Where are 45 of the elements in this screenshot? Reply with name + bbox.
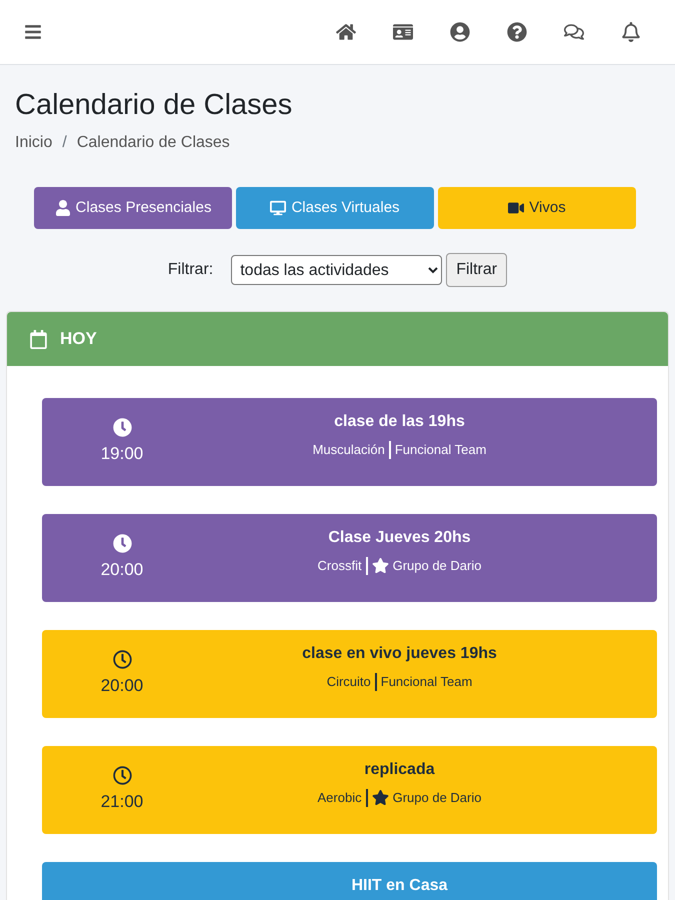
class-card[interactable]: 21:00 replicada Aerobic Grupo de Dario bbox=[42, 746, 657, 834]
home-icon[interactable] bbox=[336, 22, 356, 42]
chat-icon[interactable] bbox=[564, 22, 584, 42]
category-button[interactable]: Vivos bbox=[438, 187, 636, 229]
class-activity: Aerobic bbox=[318, 789, 362, 807]
page-title: Calendario de Clases bbox=[15, 88, 294, 123]
class-time: 19:00 bbox=[100, 442, 144, 465]
class-time: 21:00 bbox=[100, 790, 144, 813]
class-activity: Circuito bbox=[326, 673, 371, 691]
panel-title: HOY bbox=[60, 328, 97, 350]
class-title: replicada bbox=[364, 760, 435, 780]
class-activity: Musculación bbox=[312, 441, 385, 459]
id-card-icon[interactable] bbox=[393, 22, 413, 42]
class-time: 20:00 bbox=[100, 558, 144, 581]
menu-icon[interactable] bbox=[24, 23, 42, 41]
clock-icon bbox=[112, 534, 132, 553]
class-group: Grupo de Dario bbox=[392, 788, 482, 808]
class-activity: Crossfit bbox=[318, 557, 362, 575]
bell-icon[interactable] bbox=[621, 22, 641, 42]
clock-icon bbox=[112, 766, 132, 785]
class-time: 20:00 bbox=[100, 674, 144, 697]
breadcrumb-separator: / bbox=[62, 133, 67, 153]
class-group: Funcional Team bbox=[394, 440, 486, 460]
category-button[interactable]: Clases Presenciales bbox=[34, 187, 232, 229]
breadcrumb-link[interactable]: Inicio bbox=[15, 131, 52, 155]
clock-icon bbox=[112, 650, 132, 669]
class-title: HIIT en Casa bbox=[351, 876, 448, 896]
class-card[interactable]: 20:00 Clase Jueves 20hs Crossfit Grupo de Dario bbox=[42, 514, 657, 602]
calendar-icon bbox=[29, 330, 48, 348]
class-group: Grupo de Dario bbox=[392, 556, 482, 576]
clock-icon bbox=[112, 418, 132, 437]
class-title: clase de las 19hs bbox=[334, 412, 465, 432]
breadcrumb-current: Calendario de Clases bbox=[76, 133, 230, 153]
user-icon bbox=[54, 200, 71, 216]
filter-button[interactable]: Filtrar bbox=[446, 253, 508, 287]
video-camera-icon bbox=[508, 200, 524, 216]
help-icon[interactable] bbox=[507, 22, 527, 42]
class-group: Funcional Team bbox=[380, 672, 472, 692]
monitor-icon bbox=[270, 200, 286, 216]
class-card[interactable]: 19:00 clase de las 19hs Musculación Funcional Team bbox=[42, 398, 657, 486]
class-card[interactable]: 20:00 clase en vivo jueves 19hs Circuito Funcional Team bbox=[42, 630, 657, 718]
class-title: clase en vivo jueves 19hs bbox=[302, 644, 497, 664]
filter-label: Filtrar: bbox=[168, 260, 214, 280]
class-title: Clase Jueves 20hs bbox=[328, 528, 471, 548]
filter-select[interactable]: todas las actividades bbox=[231, 255, 442, 285]
